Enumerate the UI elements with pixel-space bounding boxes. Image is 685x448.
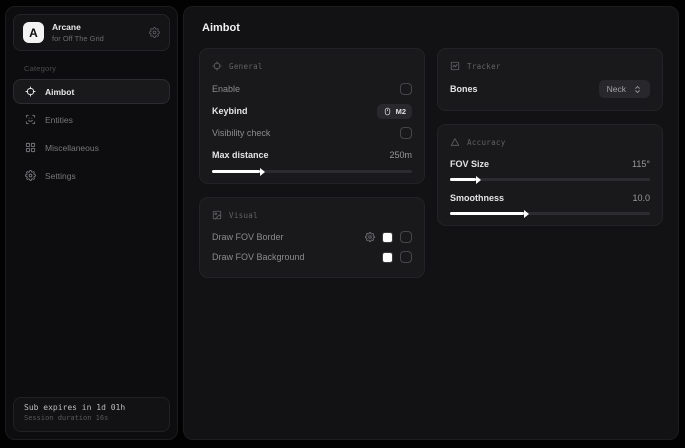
max-distance-value: 250m [389,150,412,160]
card-title: Visual [229,211,258,220]
card-visual-header: Visual [212,207,412,223]
crosshair-icon [212,61,222,71]
card-general: General Enable Keybind M2 V [199,48,425,184]
card-tracker: Tracker Bones Neck [437,48,663,111]
enable-label: Enable [212,84,240,94]
brand-text: Arcane for Off The Grid [52,22,104,42]
grid-icon [25,142,36,153]
fov-border-row: Draw FOV Border [212,227,412,247]
app-logo: A [23,22,44,43]
fov-border-checkbox[interactable] [400,231,412,243]
visibility-check-label: Visibility check [212,128,270,138]
triangle-icon [450,137,460,147]
card-visual: Visual Draw FOV Border Draw FOV Backgrou… [199,197,425,278]
keybind-row: Keybind M2 [212,100,412,122]
max-distance-slider-fill[interactable] [212,170,260,173]
sidebar-nav: Aimbot Entities Miscellaneous Settings [6,79,177,188]
smoothness-value: 10.0 [632,193,650,203]
sidebar-item-label: Miscellaneous [45,143,99,153]
bones-label: Bones [450,84,478,94]
fov-size-label: FOV Size [450,159,489,169]
keybind-badge[interactable]: M2 [377,104,412,119]
session-duration-text: Session duration 16s [24,414,159,422]
fov-background-checkbox[interactable] [400,251,412,263]
session-card: Sub expires in 1d 01h Session duration 1… [13,397,170,432]
fov-size-value: 115° [632,159,650,169]
smoothness-block: Smoothness 10.0 [450,188,650,215]
sidebar-item-label: Settings [45,171,76,181]
left-column: General Enable Keybind M2 V [199,48,425,278]
mouse-icon [383,107,392,116]
sidebar-item-entities[interactable]: Entities [13,107,170,132]
app-subtitle: for Off The Grid [52,34,104,43]
card-columns: General Enable Keybind M2 V [199,48,663,278]
card-title: Accuracy [467,138,506,147]
sidebar-item-label: Entities [45,115,73,125]
fov-size-slider[interactable] [450,178,650,181]
sub-expires-text: Sub expires in 1d 01h [24,403,159,412]
visibility-check-checkbox[interactable] [400,127,412,139]
card-tracker-header: Tracker [450,58,650,74]
card-title: General [229,62,263,71]
category-label: Category [24,64,177,73]
smoothness-slider-fill[interactable] [450,212,524,215]
fov-border-color-swatch[interactable] [382,232,393,243]
fov-background-controls [382,251,412,263]
page-title: Aimbot [202,22,663,34]
sidebar-item-miscellaneous[interactable]: Miscellaneous [13,135,170,160]
gear-icon [25,170,36,181]
card-accuracy: Accuracy FOV Size 115° Smoothness 10.0 [437,124,663,226]
gear-icon[interactable] [149,27,160,38]
card-accuracy-header: Accuracy [450,134,650,150]
max-distance-slider[interactable] [212,170,412,173]
card-title: Tracker [467,62,501,71]
fov-border-controls [365,231,412,243]
smoothness-slider[interactable] [450,212,650,215]
chevrons-up-down-icon [633,85,642,94]
gear-icon[interactable] [365,232,375,242]
bones-row: Bones Neck [450,78,650,100]
sidebar-item-settings[interactable]: Settings [13,163,170,188]
fov-background-row: Draw FOV Background [212,247,412,267]
max-distance-label: Max distance [212,150,269,160]
smoothness-label: Smoothness [450,193,504,203]
crosshair-icon [25,86,36,97]
image-icon [212,210,222,220]
keybind-label: Keybind [212,106,248,116]
card-general-header: General [212,58,412,74]
fov-size-slider-fill[interactable] [450,178,476,181]
right-column: Tracker Bones Neck [437,48,663,278]
enable-checkbox[interactable] [400,83,412,95]
sidebar: A Arcane for Off The Grid Category Aimbo… [5,6,178,440]
sidebar-item-label: Aimbot [45,87,74,97]
bones-select[interactable]: Neck [599,80,650,98]
keybind-value: M2 [396,107,406,116]
sidebar-item-aimbot[interactable]: Aimbot [13,79,170,104]
smoothness-row: Smoothness 10.0 [450,188,650,208]
fov-background-color-swatch[interactable] [382,252,393,263]
fov-border-label: Draw FOV Border [212,232,284,242]
brand-card: A Arcane for Off The Grid [13,14,170,51]
fov-size-block: FOV Size 115° [450,154,650,181]
bones-selected-value: Neck [607,84,626,94]
visibility-check-row: Visibility check [212,122,412,144]
scan-face-icon [25,114,36,125]
fov-size-row: FOV Size 115° [450,154,650,174]
app-name: Arcane [52,22,104,32]
main-panel: Aimbot General Enable Keybind [183,6,679,440]
enable-row: Enable [212,78,412,100]
activity-icon [450,61,460,71]
fov-background-label: Draw FOV Background [212,252,305,262]
max-distance-row: Max distance 250m [212,144,412,166]
